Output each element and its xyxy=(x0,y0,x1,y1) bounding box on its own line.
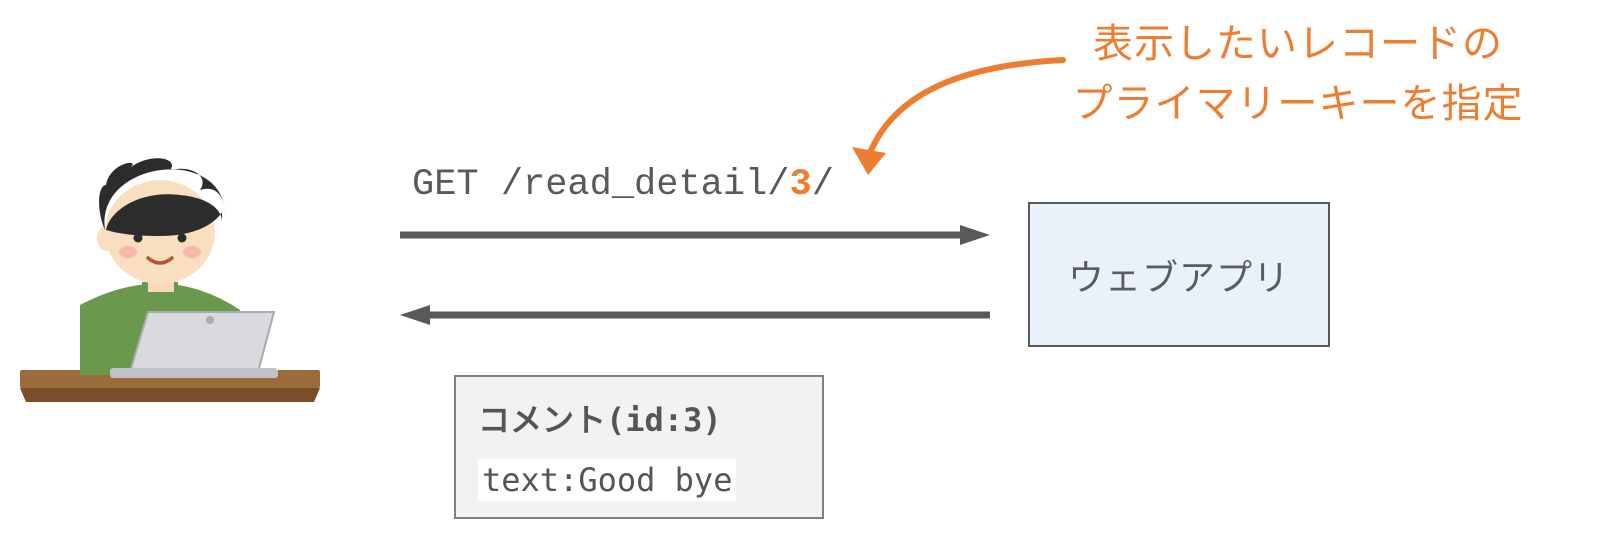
response-box: コメント(id:3) text:Good bye xyxy=(454,375,824,519)
diagram-stage: 表示したいレコードの プライマリーキーを指定 xyxy=(0,0,1600,552)
request-url-primary-key: 3 xyxy=(789,164,811,206)
arrow-request-icon xyxy=(400,225,990,245)
webapp-label: ウェブアプリ xyxy=(1068,249,1290,301)
webapp-box: ウェブアプリ xyxy=(1028,202,1330,347)
request-url-suffix: / xyxy=(812,164,834,206)
arrow-response-icon xyxy=(400,305,990,325)
annotation-line-2: プライマリーキーを指定 xyxy=(1073,71,1524,129)
annotation-arrow-icon xyxy=(838,50,1078,190)
request-url-label: GET /read_detail/3/ xyxy=(412,164,834,206)
response-title: コメント(id:3) xyxy=(478,395,810,441)
response-body: text:Good bye xyxy=(478,459,736,501)
annotation-line-1: 表示したいレコードの xyxy=(1093,11,1503,69)
user-illustration xyxy=(10,140,330,420)
request-url-prefix: GET /read_detail/ xyxy=(412,164,789,206)
annotation-callout: 表示したいレコードの プライマリーキーを指定 xyxy=(1038,10,1558,130)
